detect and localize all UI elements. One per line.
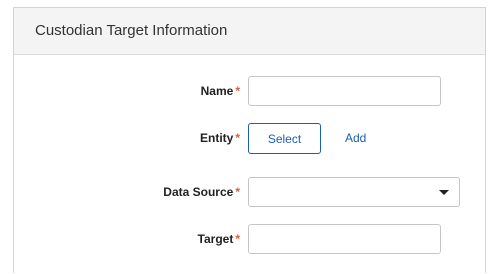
- required-marker: *: [235, 84, 240, 98]
- target-input[interactable]: [248, 224, 441, 254]
- entity-add-link[interactable]: Add: [345, 122, 366, 154]
- name-label-text: Name: [200, 84, 234, 98]
- target-label: Target *: [198, 223, 240, 255]
- entity-label: Entity *: [200, 122, 240, 154]
- name-input[interactable]: [248, 76, 441, 106]
- required-marker: *: [235, 131, 240, 145]
- panel-title: Custodian Target Information: [14, 8, 485, 55]
- name-row: Name *: [14, 75, 485, 107]
- name-label: Name *: [201, 75, 240, 107]
- required-marker: *: [235, 185, 240, 199]
- custodian-target-panel: Custodian Target Information Name * Entit…: [13, 7, 486, 273]
- entity-row: Entity * Select Add: [14, 122, 485, 154]
- target-label-text: Target: [197, 232, 234, 246]
- data-source-row: Data Source *: [14, 176, 485, 208]
- required-marker: *: [235, 232, 240, 246]
- data-source-select[interactable]: [248, 177, 460, 207]
- entity-label-text: Entity: [199, 131, 234, 145]
- chevron-down-icon: [439, 190, 449, 195]
- data-source-label: Data Source *: [163, 176, 240, 208]
- target-row: Target *: [14, 223, 485, 255]
- data-source-label-text: Data Source: [163, 185, 234, 199]
- entity-select-button[interactable]: Select: [248, 123, 321, 154]
